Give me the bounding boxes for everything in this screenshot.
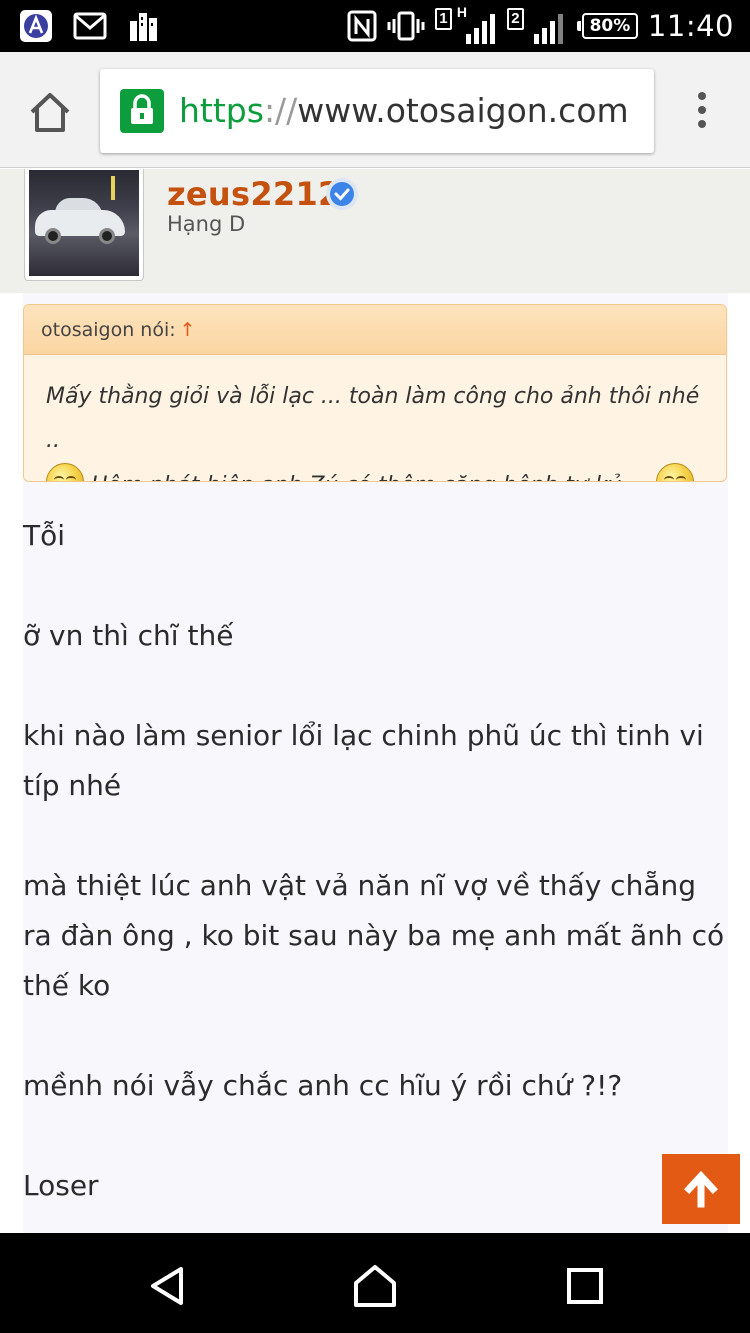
app-launcher-icon xyxy=(18,8,54,44)
quote-header: otosaigon nói: ↑ xyxy=(24,305,726,355)
arrow-up-icon xyxy=(684,1170,718,1208)
post-user-header: zeus2212 Hạng D xyxy=(0,169,750,293)
home-button[interactable] xyxy=(24,86,76,138)
status-bar: 1 H 2 80% 11:40 xyxy=(0,0,750,52)
avatar[interactable] xyxy=(24,169,144,281)
city-icon xyxy=(126,8,162,44)
secure-lock-icon xyxy=(120,89,164,133)
post-paragraph: Loser xyxy=(23,1169,99,1202)
sim2-signal: 2 xyxy=(506,6,567,46)
battery-icon: 80% xyxy=(576,13,638,39)
username-link[interactable]: zeus2212 xyxy=(167,175,341,213)
android-navigation-bar xyxy=(0,1233,750,1333)
vibrate-icon xyxy=(387,11,425,41)
quote-line: Mấy thằng giỏi và lỗi lạc ... toàn làm c… xyxy=(46,384,700,453)
post-message: Tỗi ỡ vn thì chĩ thế khi nào làm senior … xyxy=(23,511,728,1233)
recents-icon xyxy=(567,1268,603,1304)
home-nav-icon xyxy=(354,1265,396,1307)
menu-dot xyxy=(698,92,706,100)
url-text: https://www.otosaigon.com xyxy=(179,91,629,130)
status-bar-notifications xyxy=(18,8,162,44)
user-rank: Hạng D xyxy=(167,212,246,236)
url-scheme: https xyxy=(179,91,264,130)
status-bar-system: 1 H 2 80% 11:40 xyxy=(347,4,734,46)
sim1-label: 1 xyxy=(434,8,452,30)
menu-dot xyxy=(698,120,706,128)
sim2-label: 2 xyxy=(506,8,524,30)
browser-toolbar: https://www.otosaigon.com xyxy=(0,52,750,168)
home-icon xyxy=(30,93,70,132)
quote-line-2: Hôm phát hiện anh Zú có thêm căng bệnh t… xyxy=(46,463,702,481)
signal-icon xyxy=(533,14,563,44)
post-paragraph: mà thiệt lúc anh vật vả năn nĩ vợ về thấ… xyxy=(23,869,725,1002)
smiley-icon xyxy=(655,463,694,481)
web-page: zeus2212 Hạng D otosaigon nói: ↑ Mấy thằn… xyxy=(0,169,750,1233)
sim1-signal: 1 H xyxy=(434,4,497,46)
gmail-icon xyxy=(72,8,108,44)
battery-nub xyxy=(576,21,581,31)
back-icon xyxy=(151,1267,183,1305)
car-wheel xyxy=(99,228,115,244)
post-paragraph: khi nào làm senior lổi lạc chinh phũ úc … xyxy=(23,719,704,802)
back-button[interactable] xyxy=(143,1261,193,1311)
scroll-to-top-button[interactable] xyxy=(662,1154,740,1224)
post-paragraph: Tỗi xyxy=(23,519,66,552)
avatar-car-photo xyxy=(29,170,139,276)
overflow-menu-button[interactable] xyxy=(688,88,716,136)
nfc-icon xyxy=(347,10,377,42)
phone-screen: 1 H 2 80% 11:40 https://www.otosaigon.co… xyxy=(0,0,750,1333)
quote-line: Hôm phát hiện anh Zú có thêm căng bệnh t… xyxy=(84,473,656,481)
post-paragraph: mềnh nói vẫy chắc anh cc hĩu ý rồi chứ ?… xyxy=(23,1069,623,1102)
home-nav-button[interactable] xyxy=(350,1261,400,1311)
quote-jump-link[interactable]: ↑ xyxy=(180,319,196,341)
quote-body: Mấy thằng giỏi và lỗi lạc ... toàn làm c… xyxy=(24,355,726,481)
menu-dot xyxy=(698,106,706,114)
recents-button[interactable] xyxy=(560,1261,610,1311)
quote-author: otosaigon nói: xyxy=(41,319,176,341)
status-bar-time: 11:40 xyxy=(647,9,734,43)
smiley-icon xyxy=(46,463,84,481)
url-host: www.otosaigon.com xyxy=(297,91,629,130)
url-separator: :// xyxy=(263,91,298,130)
avatar-light xyxy=(111,176,115,200)
car-wheel xyxy=(45,228,61,244)
address-bar[interactable]: https://www.otosaigon.com xyxy=(100,69,654,153)
signal-icon xyxy=(465,14,495,44)
battery-level: 80% xyxy=(581,13,638,39)
post-paragraph: ỡ vn thì chĩ thế xyxy=(23,619,234,652)
verified-badge-icon xyxy=(326,178,358,210)
quote-block: otosaigon nói: ↑ Mấy thằng giỏi và lỗi lạ… xyxy=(23,304,727,482)
